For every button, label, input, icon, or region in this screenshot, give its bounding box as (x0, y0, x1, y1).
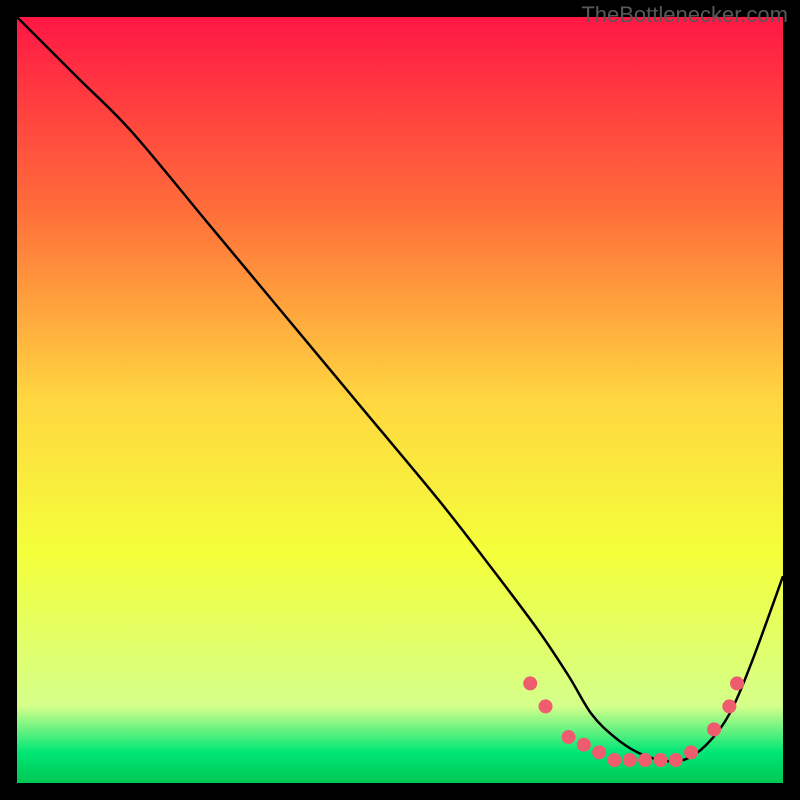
curve-layer (17, 17, 783, 783)
data-point-marker (562, 730, 576, 744)
data-point-marker (722, 699, 736, 713)
data-point-marker (638, 753, 652, 767)
data-point-marker (669, 753, 683, 767)
data-point-marker (539, 699, 553, 713)
data-point-marker (730, 676, 744, 690)
bottleneck-curve-line (17, 17, 783, 761)
data-point-marker (623, 753, 637, 767)
data-point-marker (523, 676, 537, 690)
watermark-text: TheBottlenecker.com (581, 2, 788, 28)
chart-plot-area (17, 17, 783, 783)
data-point-marker (607, 753, 621, 767)
data-point-marker (577, 738, 591, 752)
data-point-marker (653, 753, 667, 767)
data-point-markers (523, 676, 744, 767)
data-point-marker (707, 722, 721, 736)
data-point-marker (684, 745, 698, 759)
data-point-marker (592, 745, 606, 759)
